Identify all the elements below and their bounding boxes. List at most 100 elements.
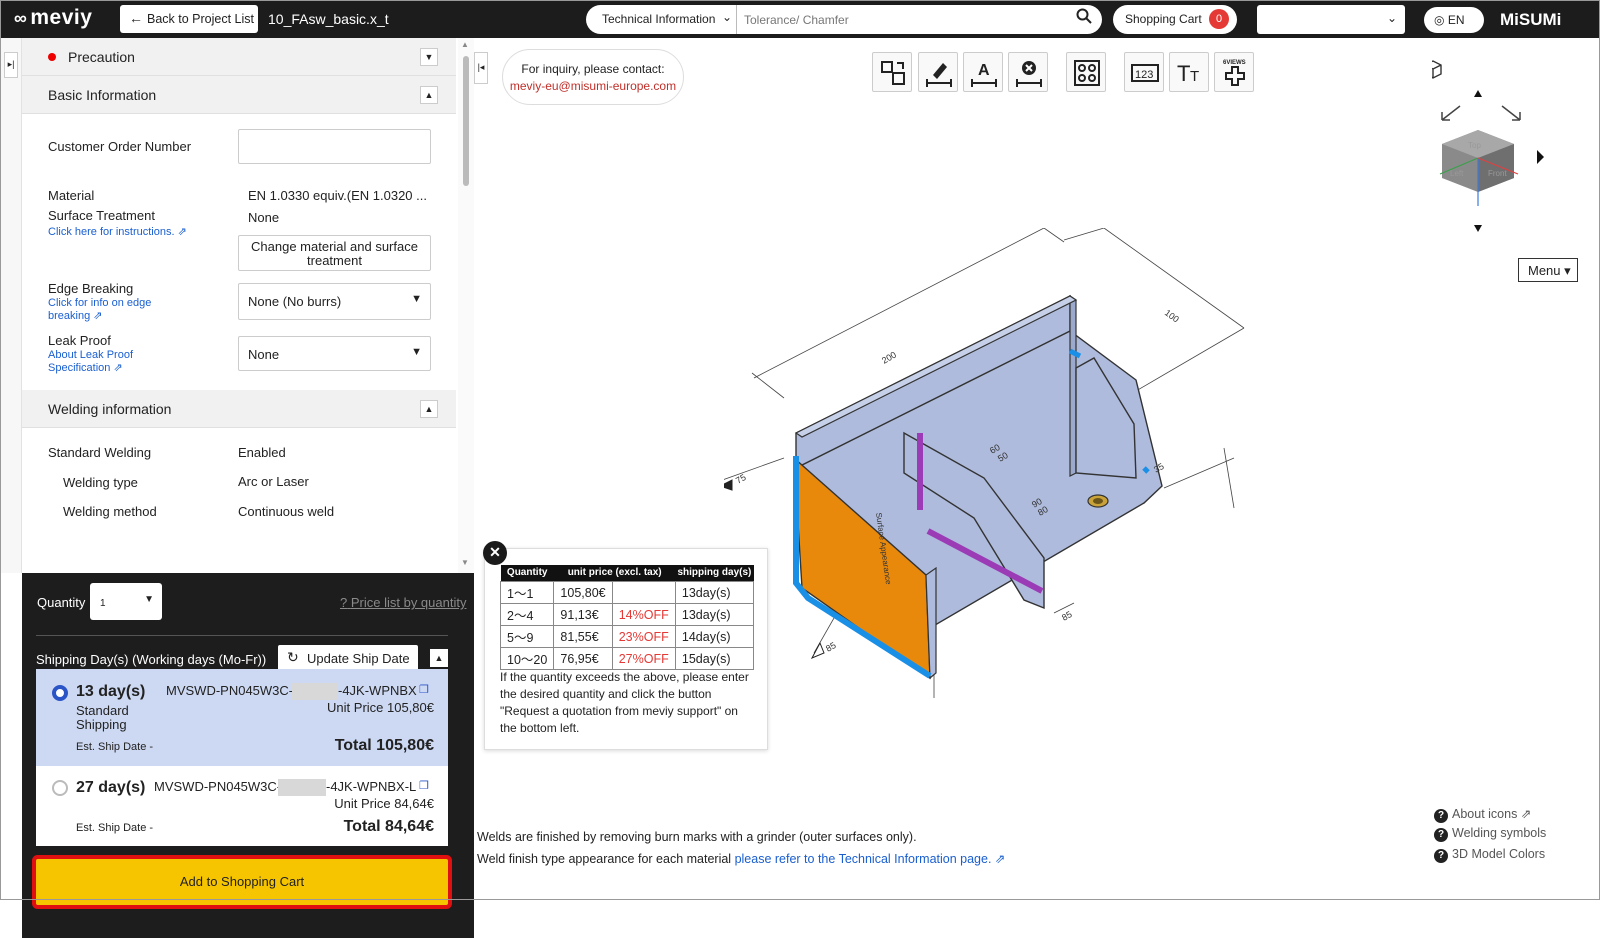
cube-front-label: Front bbox=[1488, 169, 1507, 178]
part-code-suffix: -4JK-WPNBX bbox=[338, 683, 417, 698]
left-panel-scrollbar[interactable]: ▲ ▼ bbox=[458, 38, 474, 573]
leak-proof-link[interactable]: About Leak Proof Specification ⇗ bbox=[48, 349, 148, 375]
quantity-label: Quantity bbox=[37, 595, 86, 610]
inquiry-email[interactable]: meviy-eu@misumi-europe.com bbox=[503, 78, 683, 95]
days-cell: 15day(s) bbox=[674, 647, 755, 670]
chevron-up-icon[interactable]: ▲ bbox=[420, 86, 438, 104]
precaution-label: Precaution bbox=[68, 49, 135, 65]
price-cell: 105,80€ bbox=[553, 581, 613, 604]
external-link-icon: ⇗ bbox=[177, 226, 187, 238]
rotate-left-icon[interactable] bbox=[1441, 105, 1461, 121]
copy-icon[interactable]: ❐ bbox=[419, 683, 429, 696]
rotate-right-icon[interactable] bbox=[1501, 105, 1521, 121]
search-category-select[interactable]: Technical Information bbox=[602, 12, 715, 26]
material-label: Material bbox=[48, 188, 95, 203]
language-button[interactable]: ◎ EN bbox=[1424, 7, 1484, 33]
view-navigation: Top Left Front bbox=[1412, 58, 1582, 258]
six-views-icon[interactable]: 6VIEWS bbox=[1214, 52, 1254, 92]
meviy-logo-icon: ∞ bbox=[14, 8, 28, 28]
edge-breaking-link[interactable]: Click for info on edge breaking ⇗ bbox=[48, 297, 168, 323]
days-cell: 14day(s) bbox=[674, 625, 755, 648]
svg-text:A: A bbox=[978, 62, 990, 79]
font-size-icon[interactable]: TT bbox=[1169, 52, 1209, 92]
shopping-cart-button[interactable]: Shopping Cart 0 bbox=[1113, 5, 1237, 34]
update-ship-date-button[interactable]: ↻ Update Ship Date bbox=[278, 645, 418, 672]
radio-unselected[interactable] bbox=[52, 780, 68, 796]
quantity-select[interactable]: 1 ▼ bbox=[90, 583, 162, 620]
surface-instructions-link[interactable]: Click here for instructions. ⇗ bbox=[48, 226, 198, 239]
shipping-option-13-days[interactable]: 13 day(s) Standard Shipping MVSWD-PN045W… bbox=[36, 669, 448, 766]
back-to-project-list-button[interactable]: ← Back to Project List bbox=[120, 5, 258, 33]
view-cube[interactable]: Top Left Front bbox=[1439, 130, 1519, 206]
edit-dimension-icon[interactable] bbox=[918, 52, 958, 92]
scroll-down-icon[interactable]: ▼ bbox=[461, 558, 469, 567]
misumi-logo[interactable]: MiSUMi bbox=[1500, 10, 1561, 30]
copy-icon[interactable]: ❐ bbox=[419, 779, 429, 792]
add-to-shopping-cart-button[interactable]: Add to Shopping Cart bbox=[36, 859, 448, 905]
price-list-link[interactable]: ? Price list by quantity bbox=[340, 595, 466, 610]
search-icon[interactable] bbox=[1076, 8, 1092, 28]
about-icons-link[interactable]: ? About icons ⇗ bbox=[1434, 806, 1531, 823]
arrow-left-icon: ← bbox=[129, 10, 143, 26]
dim-label: 75 bbox=[734, 472, 748, 486]
rotate-down-icon[interactable] bbox=[1474, 225, 1482, 232]
change-material-button[interactable]: Change material and surface treatment bbox=[238, 235, 431, 271]
text-dimension-icon[interactable]: A bbox=[963, 52, 1003, 92]
dim-label: 85 bbox=[824, 640, 838, 654]
flip-icon[interactable] bbox=[872, 52, 912, 92]
chevron-down-icon[interactable]: ▼ bbox=[420, 48, 438, 66]
price-list-text: Price list by quantity bbox=[350, 595, 467, 610]
rotate-right-arrow-icon[interactable] bbox=[1537, 150, 1544, 164]
customer-order-input[interactable] bbox=[238, 129, 431, 164]
total-price: Total 84,64€ bbox=[343, 818, 434, 835]
masked-code bbox=[292, 683, 338, 700]
scroll-up-icon[interactable]: ▲ bbox=[461, 40, 469, 49]
welding-symbols-text: Welding symbols bbox=[1452, 826, 1547, 840]
top-bar: ∞ meviy ← Back to Project List 10_FAsw_bas… bbox=[0, 0, 1600, 38]
cart-label: Shopping Cart bbox=[1125, 12, 1202, 26]
dimension-numbers-icon[interactable]: 123 bbox=[1124, 52, 1164, 92]
shipping-option-27-days[interactable]: 27 day(s) MVSWD-PN045W3C- -4JK-WPNBX-L ❐… bbox=[36, 766, 448, 846]
hole-view-icon[interactable] bbox=[1066, 52, 1106, 92]
chevron-up-icon[interactable]: ▲ bbox=[420, 400, 438, 418]
unit-price: Unit Price 105,80€ bbox=[327, 700, 434, 715]
technical-info-link[interactable]: please refer to the Technical Informatio… bbox=[735, 852, 992, 866]
search-bar: Technical Information ⌄ Tolerance/ Chamf… bbox=[586, 5, 1102, 34]
rotate-up-icon[interactable] bbox=[1474, 90, 1482, 97]
account-select[interactable]: ⌄ bbox=[1257, 5, 1405, 34]
inquiry-text: For inquiry, please contact: bbox=[521, 62, 665, 76]
edge-breaking-select[interactable]: None (No burrs) ▼ bbox=[238, 283, 431, 320]
close-icon[interactable]: ✕ bbox=[483, 541, 507, 565]
precaution-header[interactable]: Precaution ▼ bbox=[22, 38, 456, 76]
part-3d-model[interactable]: 200 100 75 85 35 60 50 90 80 85 Surface … bbox=[724, 228, 1264, 728]
discount-cell: 14%OFF bbox=[611, 603, 676, 626]
price-cell: 76,95€ bbox=[553, 647, 613, 670]
model-colors-link[interactable]: ? 3D Model Colors bbox=[1434, 847, 1545, 863]
home-view-icon[interactable] bbox=[1424, 60, 1442, 79]
qty-cell: 10～20 bbox=[499, 647, 555, 670]
chevron-down-icon: ▼ bbox=[144, 594, 154, 605]
collapse-left-icon[interactable]: |◂ bbox=[474, 52, 488, 84]
meviy-logo[interactable]: ∞ meviy bbox=[14, 6, 92, 30]
svg-text:T: T bbox=[1177, 61, 1190, 86]
welding-symbols-link[interactable]: ? Welding symbols bbox=[1434, 826, 1546, 842]
cart-count-badge: 0 bbox=[1209, 9, 1229, 29]
external-link-icon: ⇗ bbox=[113, 362, 123, 374]
menu-button[interactable]: Menu ▾ bbox=[1518, 258, 1578, 282]
logo-text: meviy bbox=[30, 6, 93, 29]
basic-information-header[interactable]: Basic Information ▲ bbox=[22, 76, 456, 114]
radio-selected[interactable] bbox=[52, 685, 68, 701]
external-link-icon[interactable]: ⇗ bbox=[995, 852, 1005, 866]
leak-proof-select[interactable]: None ▼ bbox=[238, 336, 431, 371]
collapse-shipping-icon[interactable]: ▲ bbox=[430, 649, 448, 667]
scroll-thumb[interactable] bbox=[463, 56, 469, 186]
about-icons-text: About icons bbox=[1452, 807, 1518, 821]
weld-notes: Welds are finished by removing burn mark… bbox=[477, 826, 1005, 870]
search-input[interactable]: Tolerance/ Chamfer bbox=[744, 13, 849, 27]
cube-left-label: Left bbox=[1450, 169, 1464, 178]
part-code-suffix: -4JK-WPNBX-L bbox=[326, 779, 417, 794]
welding-information-header[interactable]: Welding information ▲ bbox=[22, 390, 456, 428]
collapse-panel-icon[interactable]: ▸| bbox=[4, 52, 18, 78]
clear-dimension-icon[interactable] bbox=[1008, 52, 1048, 92]
welding-method-label: Welding method bbox=[63, 504, 157, 519]
